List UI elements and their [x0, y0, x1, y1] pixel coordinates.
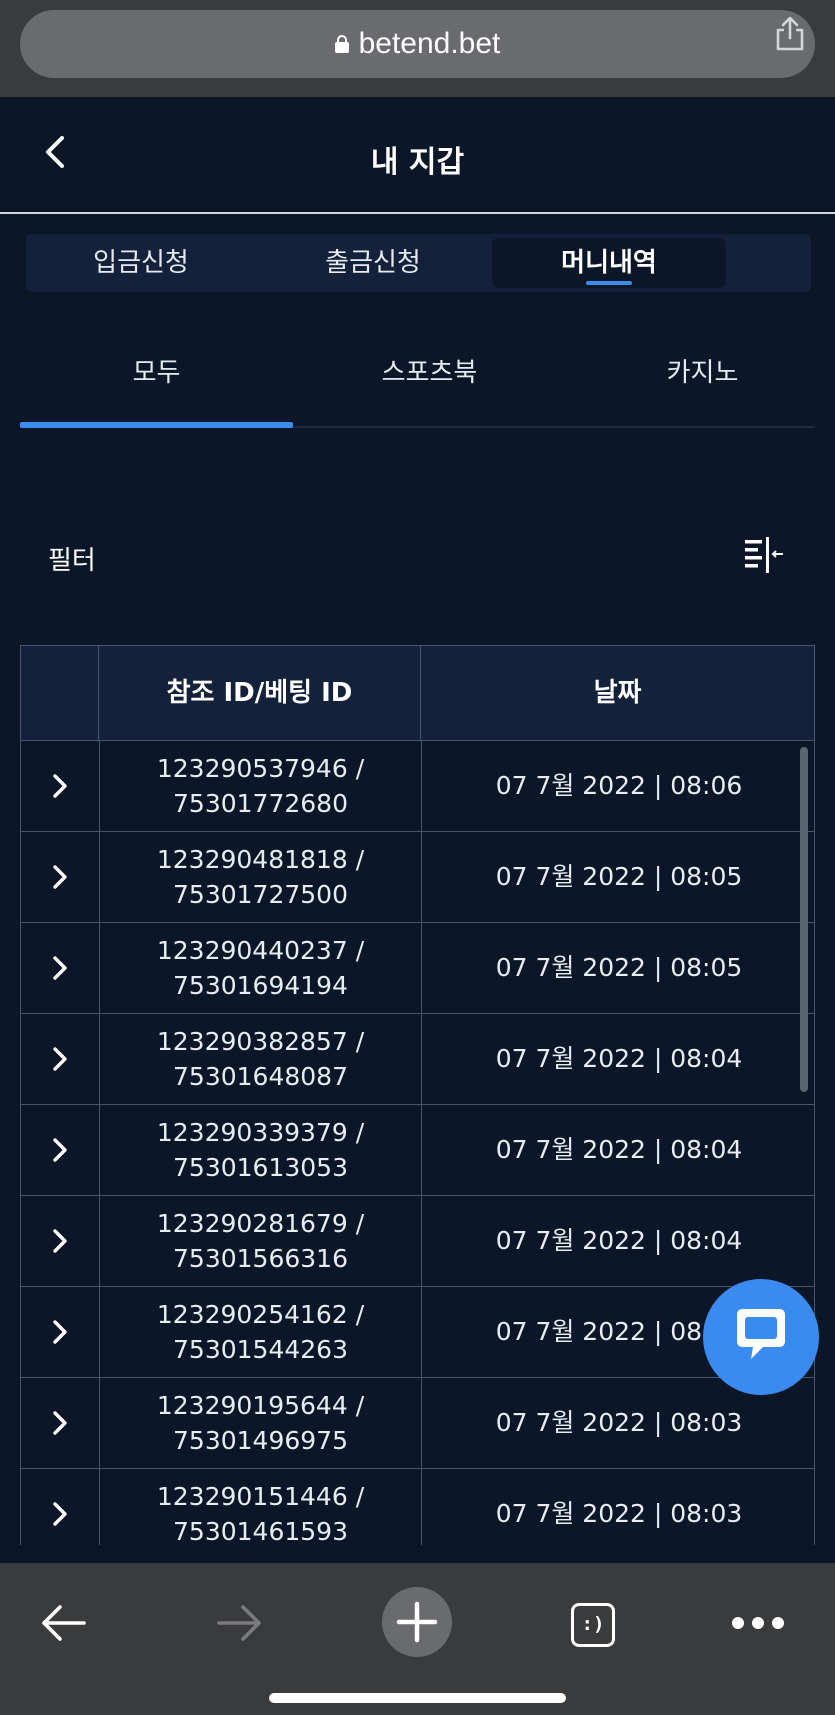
- table-row[interactable]: 123290195644 /75301496975 07 7월 2022 | 0…: [20, 1378, 815, 1469]
- chevron-right-icon[interactable]: [51, 1046, 69, 1072]
- ref-bet-id-cell: 123290440237 / 75301694194: [99, 923, 421, 1013]
- table-row[interactable]: 123290537946 / 75301772680 07 7월 2022 | 0…: [20, 741, 815, 832]
- chevron-right-icon[interactable]: [51, 864, 69, 890]
- table-row[interactable]: 123290481818 / 75301727500 07 7월 2022 | 0…: [20, 832, 815, 923]
- new-tab-plus-icon[interactable]: [381, 1586, 453, 1658]
- tabs-switcher-icon[interactable]: :): [571, 1603, 615, 1647]
- browser-forward-icon[interactable]: [215, 1603, 265, 1643]
- browser-top-bar: betend.bet: [0, 0, 835, 97]
- bet-id: 75301613053: [173, 1153, 348, 1182]
- browser-back-icon[interactable]: [38, 1603, 88, 1643]
- ref-bet-id-cell: 123290151446 / 75301461593: [99, 1469, 421, 1545]
- header-date: 날짜: [420, 646, 814, 740]
- bet-id: 75301461593: [173, 1517, 348, 1545]
- app-header: 내 지갑: [0, 97, 835, 214]
- bet-id: 75301648087: [173, 1062, 348, 1091]
- header-expand: [21, 646, 99, 740]
- tab-money-history[interactable]: 머니내역: [492, 238, 726, 288]
- page-title: 내 지갑: [370, 145, 465, 180]
- ref-id: 123290481818 /: [156, 845, 365, 874]
- date-cell: 07 7월 2022 | 08:06: [421, 741, 815, 831]
- live-chat-button[interactable]: [703, 1279, 819, 1395]
- chevron-right-icon[interactable]: [51, 1319, 69, 1345]
- ref-id: 123290281679 /: [156, 1209, 365, 1238]
- ref-bet-id-cell: 123290195644 / 75301496975: [99, 1378, 421, 1468]
- transaction-table: 참조 ID/베팅 ID 날짜 123290537946 / 75301772680…: [20, 645, 815, 1545]
- active-tab-underline: [586, 281, 632, 285]
- share-icon[interactable]: [773, 16, 807, 52]
- table-scrollbar[interactable]: [800, 747, 808, 1092]
- bet-id: 75301544263: [173, 1335, 348, 1364]
- tab-money-history-label: 머니내역: [561, 248, 657, 278]
- chevron-right-icon[interactable]: [51, 955, 69, 981]
- ref-bet-id-cell: 123290254162 / 75301544263: [99, 1287, 421, 1377]
- table-row[interactable]: 123290254162 /75301544263 07 7월 2022 | 0…: [20, 1287, 815, 1378]
- filter-label[interactable]: 필터: [48, 540, 96, 577]
- ref-id: 123290440237 /: [156, 936, 365, 965]
- table-row[interactable]: 123290382857 / 75301648087 07 7월 2022 | 0…: [20, 1014, 815, 1105]
- url-text: betend.bet: [358, 27, 501, 60]
- more-dots-icon[interactable]: [730, 1615, 786, 1631]
- chevron-right-icon[interactable]: [51, 773, 69, 799]
- table-row[interactable]: 123290151446 / 75301461593 07 7월 2022 | 0…: [20, 1469, 815, 1545]
- ref-bet-id-cell: 123290339379 / 75301613053: [99, 1105, 421, 1195]
- date-cell: 07 7월 2022 | 08:03: [421, 1469, 815, 1545]
- bet-id: 75301727500: [173, 880, 348, 909]
- subtab-all[interactable]: 모두: [20, 352, 293, 389]
- chevron-right-icon[interactable]: [51, 1137, 69, 1163]
- table-row[interactable]: 123290281679 / 75301566316 07 7월 2022 | 0…: [20, 1196, 815, 1287]
- date-cell: 07 7월 2022 | 08:04: [421, 1196, 815, 1286]
- subtab-active-indicator: [20, 422, 293, 428]
- chat-bubble-icon: [737, 1309, 785, 1359]
- bet-id: 75301496975: [173, 1426, 348, 1455]
- ref-id: 123290254162 /: [156, 1300, 365, 1329]
- ref-bet-id-cell: 123290537946 / 75301772680: [99, 741, 421, 831]
- bet-id: 75301772680: [173, 789, 348, 818]
- bet-id: 75301694194: [173, 971, 348, 1000]
- wallet-tabs: 입금신청 출금신청 머니내역: [26, 234, 811, 292]
- address-bar[interactable]: betend.bet: [20, 10, 815, 78]
- table-row[interactable]: 123290339379 / 75301613053 07 7월 2022 | 0…: [20, 1105, 815, 1196]
- lock-icon: [334, 35, 349, 53]
- chevron-right-icon[interactable]: [51, 1501, 69, 1527]
- chevron-right-icon[interactable]: [51, 1410, 69, 1436]
- ref-id: 123290537946 /: [156, 754, 365, 783]
- ref-bet-id-cell: 123290382857 / 75301648087: [99, 1014, 421, 1104]
- tab-withdraw-request[interactable]: 출금신청: [262, 238, 484, 288]
- home-indicator: [269, 1693, 566, 1703]
- subtab-casino[interactable]: 카지노: [566, 352, 835, 389]
- date-cell: 07 7월 2022 | 08:04: [421, 1105, 815, 1195]
- ref-id: 123290195644 /: [156, 1391, 365, 1420]
- ref-id: 123290151446 /: [156, 1482, 365, 1511]
- ref-bet-id-cell: 123290481818 / 75301727500: [99, 832, 421, 922]
- subtab-sportsbook[interactable]: 스포츠북: [293, 352, 566, 389]
- ref-id: 123290339379 /: [156, 1118, 365, 1147]
- ref-bet-id-cell: 123290281679 / 75301566316: [99, 1196, 421, 1286]
- date-cell: 07 7월 2022 | 08:04: [421, 1014, 815, 1104]
- bet-id: 75301566316: [173, 1244, 348, 1273]
- tab-deposit-request[interactable]: 입금신청: [30, 238, 252, 288]
- chevron-right-icon[interactable]: [51, 1228, 69, 1254]
- ref-id: 123290382857 /: [156, 1027, 365, 1056]
- filter-icon[interactable]: [745, 537, 785, 573]
- date-cell: 07 7월 2022 | 08:05: [421, 832, 815, 922]
- header-ref-id: 참조 ID/베팅 ID: [98, 646, 420, 740]
- date-cell: 07 7월 2022 | 08:05: [421, 923, 815, 1013]
- table-row[interactable]: 123290440237 / 75301694194 07 7월 2022 | 0…: [20, 923, 815, 1014]
- table-header-row: 참조 ID/베팅 ID 날짜: [20, 645, 815, 741]
